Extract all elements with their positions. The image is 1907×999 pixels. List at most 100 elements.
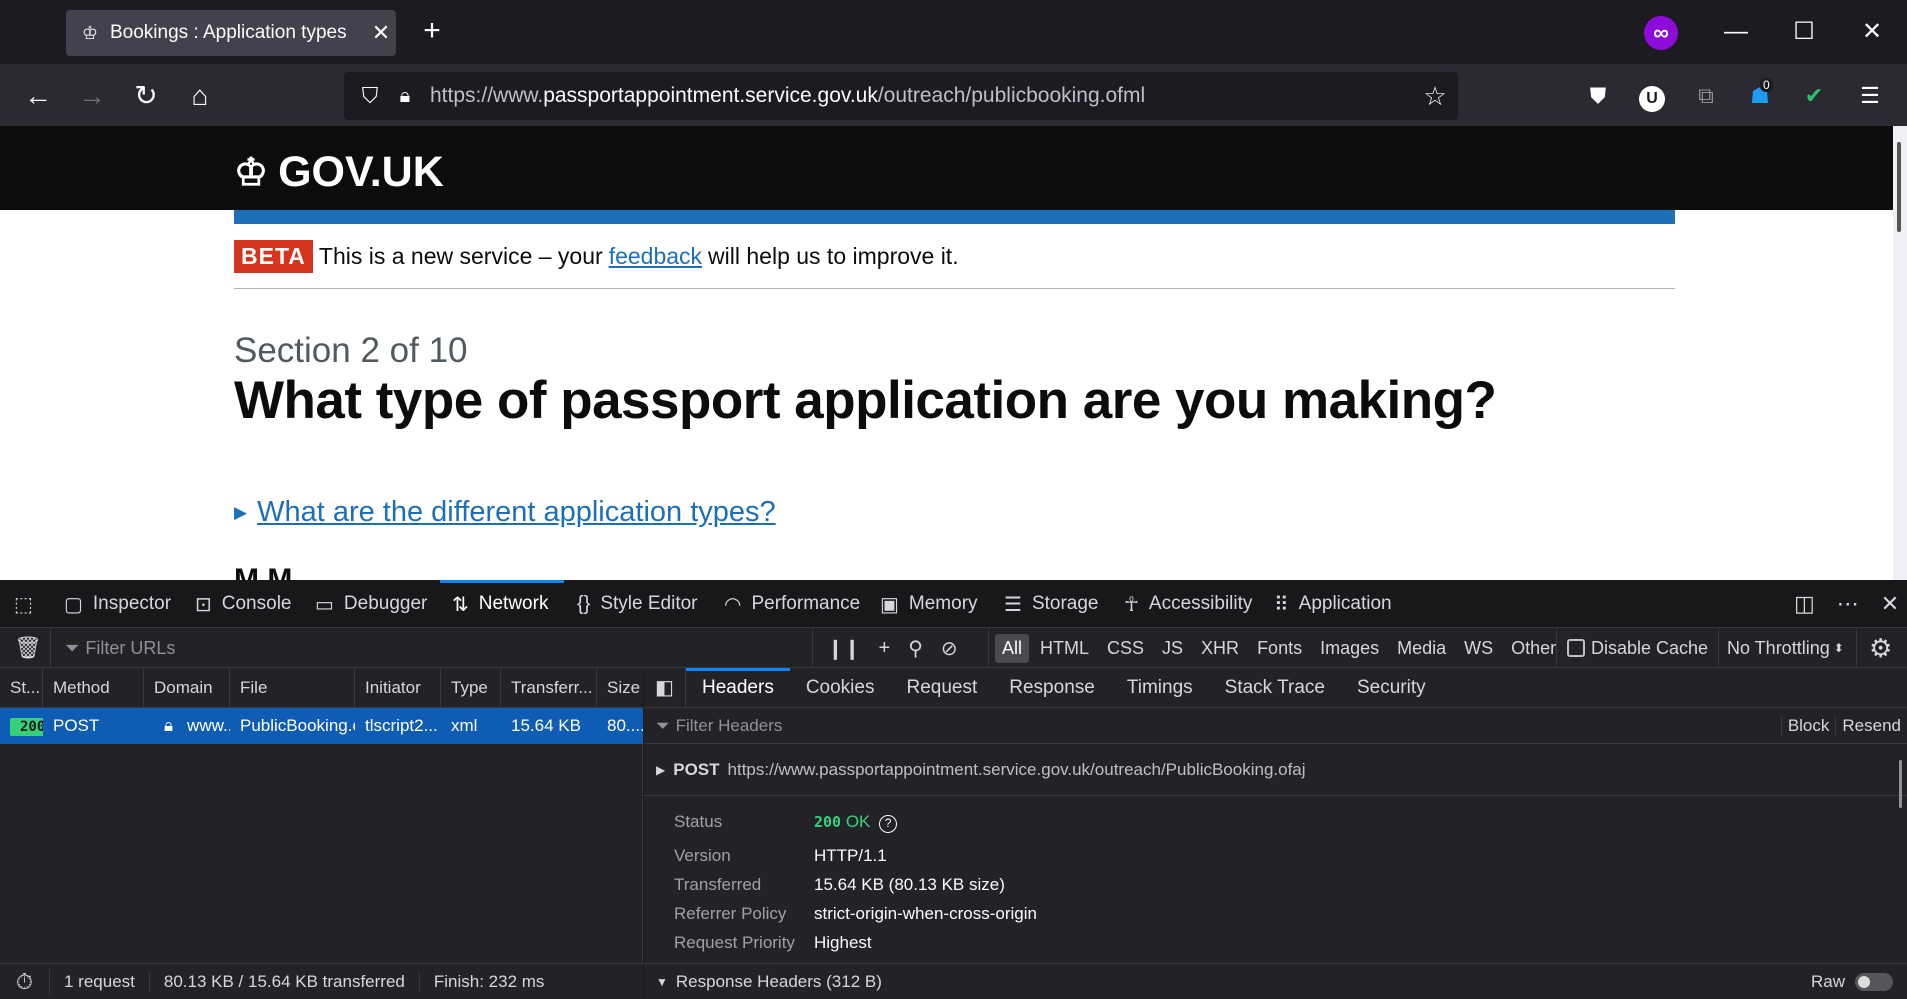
tab-memory[interactable]: ▣ Memory bbox=[880, 580, 978, 628]
tab-close-icon[interactable]: ✕ bbox=[366, 20, 396, 46]
request-url-line[interactable]: ▶ POST https://www.passportappointment.s… bbox=[644, 744, 1907, 796]
disable-cache-checkbox[interactable]: Disable Cache bbox=[1556, 628, 1708, 668]
style-editor-icon: {} bbox=[577, 592, 591, 615]
tab-security[interactable]: Security bbox=[1341, 668, 1442, 708]
browser-tab[interactable]: ♔ Bookings : Application types ✕ bbox=[66, 10, 396, 56]
block-button[interactable]: Block bbox=[1780, 715, 1836, 736]
col-file[interactable]: File bbox=[230, 667, 355, 708]
accessibility-icon: ☥ bbox=[1124, 593, 1139, 616]
more-options-icon[interactable]: ⋯ bbox=[1837, 591, 1859, 617]
govuk-logo[interactable]: ♔ GOV.UK bbox=[234, 148, 444, 197]
close-devtools-icon[interactable]: ✕ bbox=[1881, 591, 1899, 617]
throttling-select[interactable]: No Throttling ⬍ bbox=[1718, 628, 1844, 668]
request-initiator: tlscript2... bbox=[365, 716, 438, 735]
extension-ghost-icon[interactable]: ☗ 0 bbox=[1742, 78, 1778, 114]
application-types-details[interactable]: ▶ What are the different application typ… bbox=[234, 496, 776, 529]
devtools-controls: ◫ ⋯ ✕ bbox=[1794, 580, 1899, 628]
col-initiator[interactable]: Initiator bbox=[355, 667, 441, 708]
section-caption: Section 2 of 10 bbox=[234, 331, 468, 370]
tab-accessibility[interactable]: ☥ Accessibility bbox=[1124, 580, 1252, 628]
timer-icon[interactable]: ⏱ bbox=[0, 968, 50, 995]
details-scrollbar[interactable] bbox=[1899, 760, 1902, 808]
tab-style-editor[interactable]: {} Style Editor bbox=[577, 580, 698, 628]
tab-application[interactable]: ⠿ Application bbox=[1274, 580, 1392, 628]
extension-check-icon[interactable]: ✔ bbox=[1796, 78, 1832, 114]
expand-arrow-icon[interactable]: ▶ bbox=[656, 763, 665, 777]
toggle-sidebar-icon[interactable]: ◧ bbox=[644, 667, 686, 708]
shield-icon[interactable]: ⛉ bbox=[350, 83, 390, 109]
block-icon[interactable]: ⊘ bbox=[941, 636, 958, 661]
request-summary-footer: ⏱ 1 request 80.13 KB / 15.64 KB transfer… bbox=[0, 963, 643, 999]
expand-triangle-icon: ▶ bbox=[234, 502, 248, 522]
bookmark-star-icon[interactable]: ☆ bbox=[1412, 81, 1458, 112]
page-scrollbar[interactable] bbox=[1893, 126, 1907, 580]
filter-fonts[interactable]: Fonts bbox=[1250, 634, 1309, 663]
inspector-icon: ▢ bbox=[64, 593, 83, 616]
filter-other[interactable]: Other bbox=[1504, 634, 1563, 663]
filter-media[interactable]: Media bbox=[1390, 634, 1453, 663]
summary-request-priority: Request Priority Highest bbox=[674, 933, 872, 952]
pause-icon[interactable]: ❙❙ bbox=[827, 636, 861, 661]
col-type[interactable]: Type bbox=[441, 667, 501, 708]
lock-icon[interactable]: 🔒︎ bbox=[390, 85, 420, 108]
response-headers-section[interactable]: ▼ Response Headers (312 B) Raw bbox=[644, 963, 1907, 999]
tab-stack-trace[interactable]: Stack Trace bbox=[1209, 668, 1341, 708]
new-tab-button[interactable]: + bbox=[414, 14, 450, 50]
cut-off-text: M M bbox=[234, 566, 334, 580]
collapse-arrow-icon[interactable]: ▼ bbox=[656, 975, 668, 989]
tab-cookies[interactable]: Cookies bbox=[790, 668, 891, 708]
window-close-icon[interactable]: ✕ bbox=[1848, 14, 1896, 50]
tab-console[interactable]: ⊡ Console bbox=[195, 580, 291, 628]
filter-headers-input[interactable]: ⏷ Filter Headers Block Resend bbox=[644, 708, 1907, 744]
filter-images[interactable]: Images bbox=[1313, 634, 1386, 663]
search-icon[interactable]: ⚲ bbox=[908, 636, 923, 661]
picture-in-picture-icon[interactable]: ⧉ bbox=[1688, 78, 1724, 114]
reload-icon[interactable]: ↻ bbox=[126, 76, 166, 116]
table-row[interactable]: 200 POST 🔒︎ www.... PublicBooking.c tlscr… bbox=[0, 708, 643, 744]
col-size[interactable]: Size bbox=[597, 668, 643, 708]
url-bar[interactable]: ⛉ 🔒︎ https://www.passportappointment.ser… bbox=[344, 72, 1458, 120]
filter-css[interactable]: CSS bbox=[1100, 634, 1151, 663]
back-icon[interactable]: ← bbox=[18, 76, 58, 116]
tab-timings[interactable]: Timings bbox=[1111, 668, 1209, 708]
col-method[interactable]: Method bbox=[43, 667, 144, 708]
checkbox-icon[interactable] bbox=[1567, 639, 1585, 657]
element-picker-icon[interactable]: ⬚ bbox=[14, 580, 43, 628]
home-icon[interactable]: ⌂ bbox=[180, 76, 220, 116]
forward-icon[interactable]: → bbox=[72, 76, 112, 116]
divider bbox=[234, 288, 1675, 289]
menu-icon[interactable]: ☰ bbox=[1852, 78, 1888, 114]
feedback-link[interactable]: feedback bbox=[609, 243, 702, 270]
col-domain[interactable]: Domain bbox=[144, 667, 230, 708]
tab-storage[interactable]: ☰ Storage bbox=[1004, 580, 1098, 628]
resend-button[interactable]: Resend bbox=[1835, 715, 1907, 736]
col-status[interactable]: St... bbox=[0, 667, 43, 708]
network-icon: ⇅ bbox=[452, 593, 469, 616]
details-summary-link[interactable]: What are the different application types… bbox=[257, 496, 776, 529]
raw-toggle[interactable] bbox=[1855, 972, 1893, 991]
network-settings-gear-icon[interactable]: ⚙ bbox=[1856, 628, 1892, 668]
minimize-icon[interactable]: — bbox=[1712, 14, 1760, 50]
filter-all[interactable]: All bbox=[995, 633, 1030, 663]
tab-debugger[interactable]: ▭ Debugger bbox=[315, 580, 427, 628]
maximize-icon[interactable]: ☐ bbox=[1780, 14, 1828, 50]
tab-inspector[interactable]: ▢ Inspector bbox=[64, 580, 171, 628]
tab-response[interactable]: Response bbox=[993, 668, 1111, 708]
filter-xhr[interactable]: XHR bbox=[1194, 634, 1246, 663]
trash-icon[interactable]: 🗑︎ bbox=[14, 628, 42, 668]
help-icon[interactable]: ? bbox=[879, 815, 898, 833]
col-transferred[interactable]: Transferr... bbox=[501, 667, 597, 708]
tab-request[interactable]: Request bbox=[890, 668, 993, 708]
filter-urls-input[interactable]: ⏷ Filter URLs bbox=[50, 628, 810, 668]
filter-js[interactable]: JS bbox=[1155, 634, 1190, 663]
filter-html[interactable]: HTML bbox=[1033, 634, 1096, 663]
profile-avatar[interactable]: U bbox=[1634, 78, 1670, 114]
tab-network[interactable]: ⇅ Network bbox=[452, 580, 548, 628]
url-text[interactable]: https://www.passportappointment.service.… bbox=[430, 84, 1412, 108]
tab-performance[interactable]: ◠ Performance bbox=[724, 580, 860, 628]
add-request-icon[interactable]: + bbox=[879, 637, 891, 660]
dock-side-icon[interactable]: ◫ bbox=[1794, 591, 1815, 617]
pocket-icon[interactable]: ⛊ bbox=[1580, 78, 1616, 114]
filter-ws[interactable]: WS bbox=[1457, 634, 1500, 663]
tab-headers[interactable]: Headers bbox=[686, 667, 790, 708]
